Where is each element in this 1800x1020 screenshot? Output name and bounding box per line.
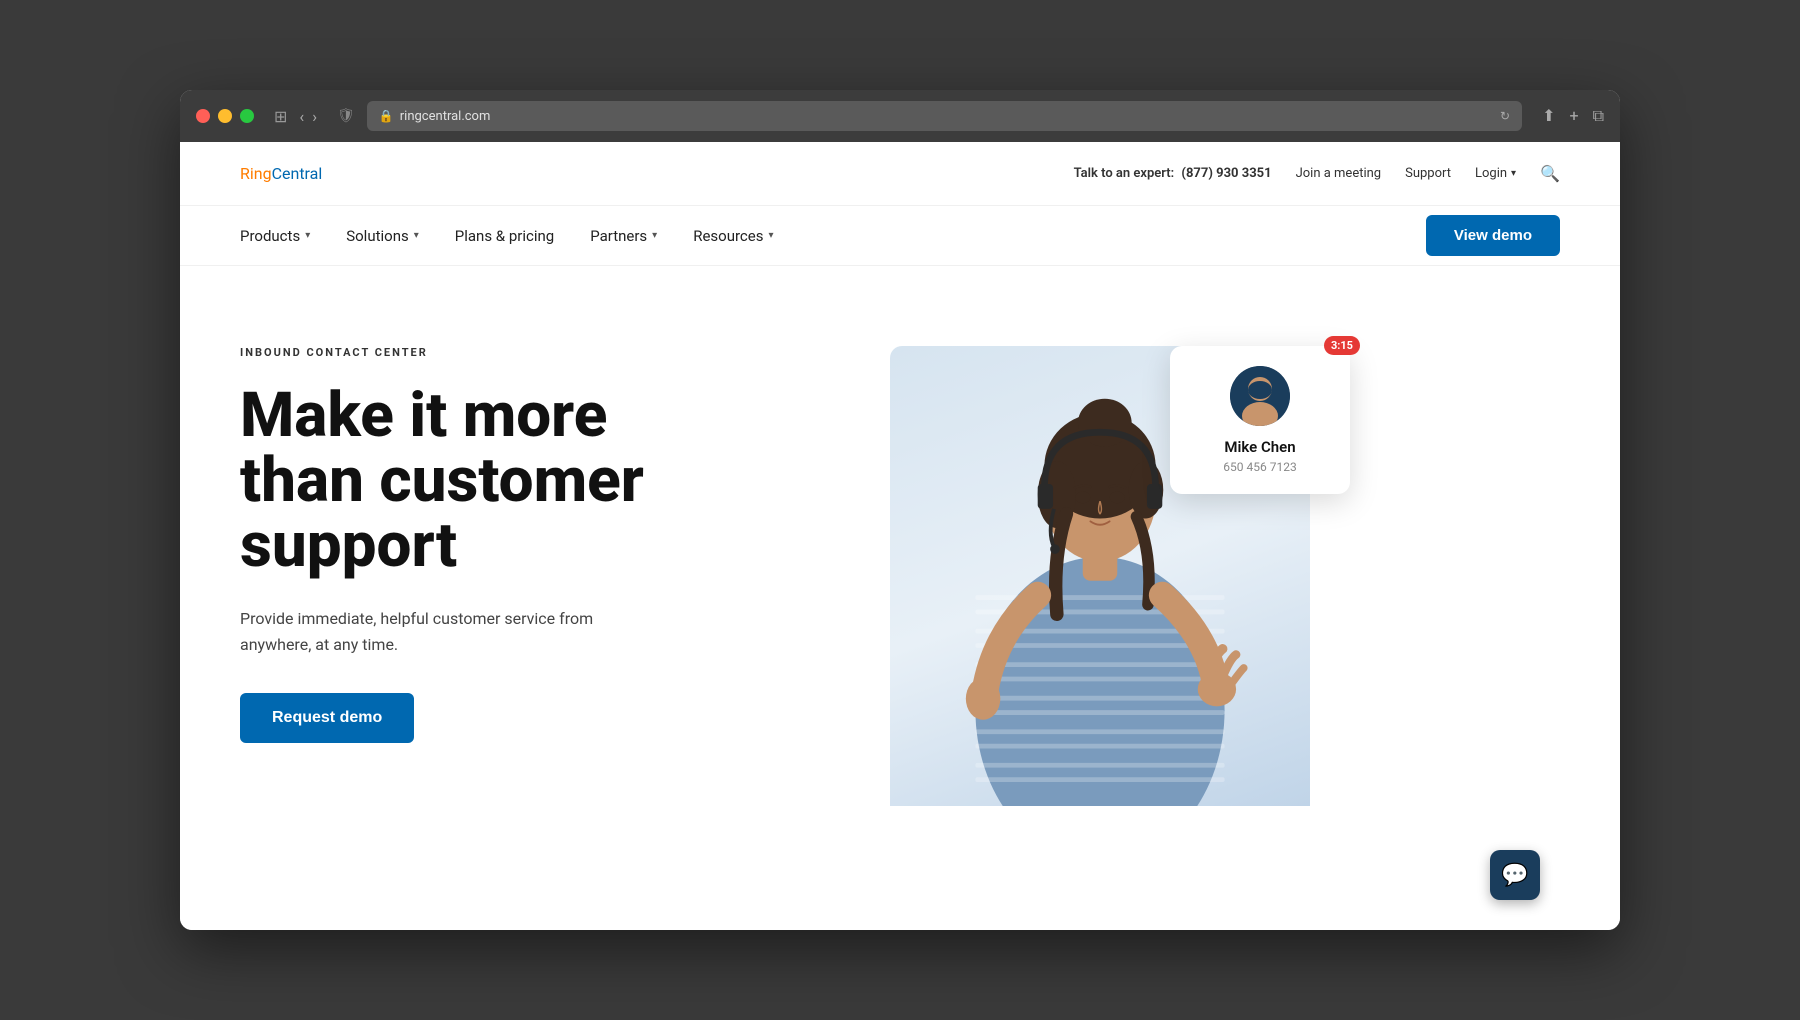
forward-button[interactable]: › — [312, 107, 317, 126]
hero-image-container: 3:15 Mike Chen 650 456 7123 — [890, 326, 1390, 806]
chat-button[interactable]: 💬 — [1490, 850, 1540, 900]
url-text: ringcentral.com — [400, 109, 491, 124]
main-nav: Products ▾ Solutions ▾ Plans & pricing P… — [180, 206, 1620, 266]
hero-left: INBOUND CONTACT CENTER Make it more than… — [240, 326, 720, 930]
back-button[interactable]: ‹ — [299, 107, 304, 126]
login-chevron-icon: ▾ — [1511, 168, 1516, 179]
logo-central: Central — [272, 164, 323, 183]
nav-item-solutions[interactable]: Solutions ▾ — [346, 227, 419, 245]
tabs-icon[interactable]: ⧉ — [1593, 106, 1604, 126]
nav-item-resources[interactable]: Resources ▾ — [693, 227, 773, 245]
close-button[interactable] — [196, 109, 210, 123]
address-bar[interactable]: 🔒 ringcentral.com ↻ — [367, 101, 1522, 131]
partners-chevron-icon: ▾ — [652, 230, 657, 241]
browser-actions: ⬆ + ⧉ — [1542, 106, 1604, 126]
hero-eyebrow: INBOUND CONTACT CENTER — [240, 346, 720, 359]
hero-heading: Make it more than customer support — [240, 383, 720, 578]
expert-contact: Talk to an expert: (877) 930 3351 — [1074, 166, 1272, 181]
browser-window: ⊞ ‹ › 🛡 🔒 ringcentral.com ↻ ⬆ + ⧉ RingCe… — [180, 90, 1620, 930]
products-chevron-icon: ▾ — [305, 230, 310, 241]
search-icon[interactable]: 🔍 — [1540, 164, 1560, 183]
call-card: 3:15 Mike Chen 650 456 7123 — [1170, 346, 1350, 494]
nav-item-partners[interactable]: Partners ▾ — [590, 227, 657, 245]
browser-chrome: ⊞ ‹ › 🛡 🔒 ringcentral.com ↻ ⬆ + ⧉ — [180, 90, 1620, 142]
refresh-icon[interactable]: ↻ — [1500, 109, 1510, 123]
support-link[interactable]: Support — [1405, 166, 1451, 181]
shield-icon: 🛡 — [337, 108, 355, 124]
main-nav-items: Products ▾ Solutions ▾ Plans & pricing P… — [240, 227, 774, 245]
expert-phone[interactable]: (877) 930 3351 — [1181, 166, 1271, 181]
maximize-button[interactable] — [240, 109, 254, 123]
traffic-lights — [196, 109, 254, 123]
request-demo-button[interactable]: Request demo — [240, 693, 414, 743]
new-tab-icon[interactable]: + — [1569, 106, 1578, 126]
top-nav-right: Talk to an expert: (877) 930 3351 Join a… — [1074, 164, 1560, 183]
caller-name: Mike Chen — [1190, 438, 1330, 456]
logo-ring: Ring — [240, 164, 272, 183]
login-link[interactable]: Login ▾ — [1475, 166, 1516, 181]
hero-right: 3:15 Mike Chen 650 456 7123 — [720, 326, 1560, 930]
view-demo-button[interactable]: View demo — [1426, 215, 1560, 256]
chat-icon: 💬 — [1501, 863, 1528, 888]
nav-buttons: ‹ › — [299, 107, 317, 126]
hero-section: INBOUND CONTACT CENTER Make it more than… — [180, 266, 1620, 930]
sidebar-icon[interactable]: ⊞ — [274, 107, 287, 126]
call-timer: 3:15 — [1324, 336, 1360, 355]
lock-icon: 🔒 — [379, 109, 394, 123]
top-bar: RingCentral Talk to an expert: (877) 930… — [180, 142, 1620, 206]
resources-chevron-icon: ▾ — [768, 230, 773, 241]
caller-avatar — [1230, 366, 1290, 426]
share-icon[interactable]: ⬆ — [1542, 106, 1555, 126]
join-meeting-link[interactable]: Join a meeting — [1296, 166, 1382, 181]
caller-phone: 650 456 7123 — [1190, 460, 1330, 474]
minimize-button[interactable] — [218, 109, 232, 123]
solutions-chevron-icon: ▾ — [414, 230, 419, 241]
nav-item-products[interactable]: Products ▾ — [240, 227, 310, 245]
website: RingCentral Talk to an expert: (877) 930… — [180, 142, 1620, 930]
nav-item-plans[interactable]: Plans & pricing — [455, 227, 554, 245]
logo[interactable]: RingCentral — [240, 164, 322, 183]
hero-subtext: Provide immediate, helpful customer serv… — [240, 606, 640, 657]
